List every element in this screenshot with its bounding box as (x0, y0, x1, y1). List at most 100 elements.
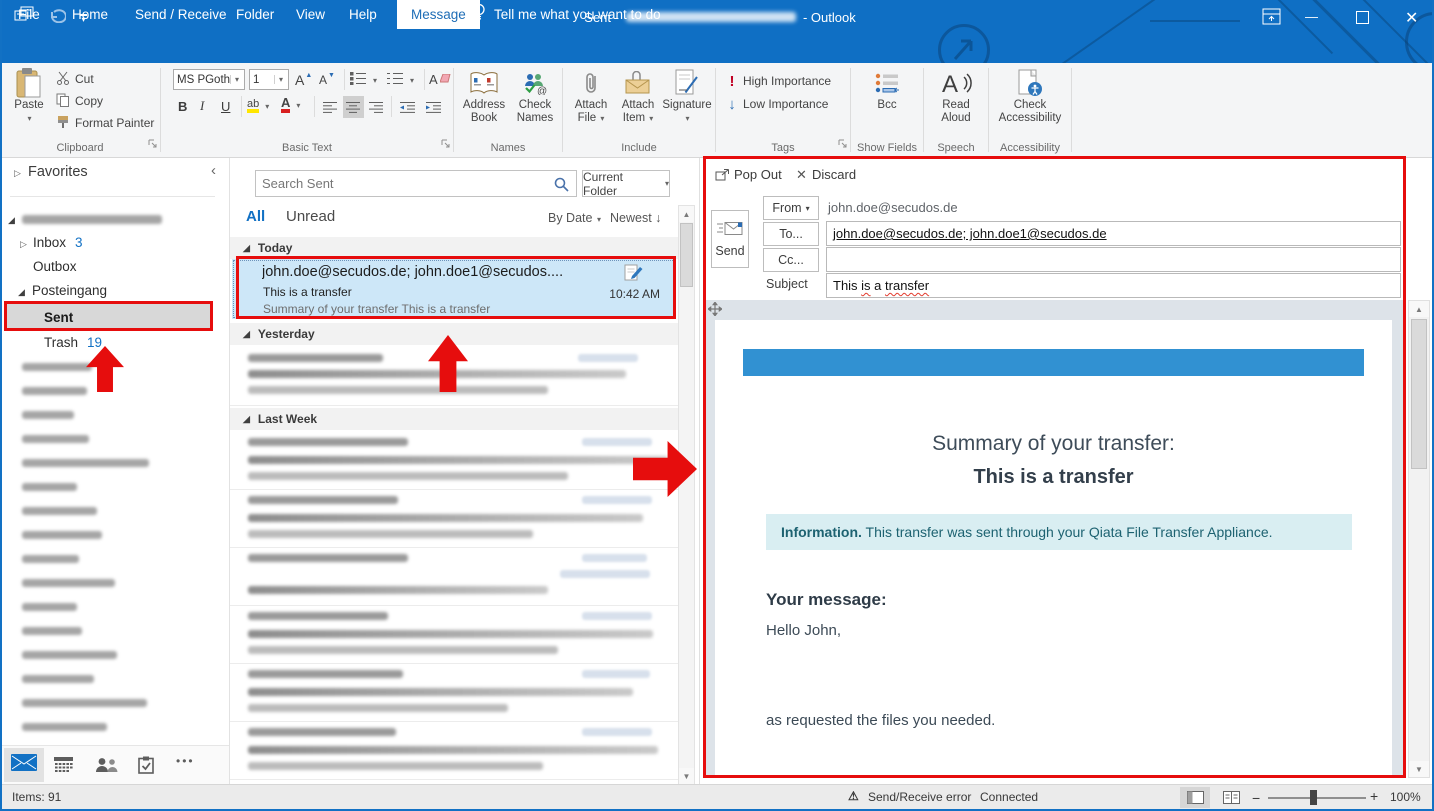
copy-button[interactable]: Copy (56, 91, 103, 111)
redacted-folder[interactable] (22, 531, 102, 539)
increase-indent-button[interactable] (423, 96, 445, 118)
inbox-collapsed-icon[interactable]: ▷ (20, 239, 27, 250)
tags-dialog-launcher-icon[interactable] (838, 135, 847, 153)
reading-pane-scrollbar[interactable]: ▲ ▼ (1408, 300, 1430, 778)
attach-item-button[interactable]: Attach Item ▾ (615, 67, 661, 125)
redacted-folder[interactable] (22, 459, 149, 467)
tell-me-box[interactable]: Tell me what you want to do (472, 0, 661, 29)
redacted-folder[interactable] (22, 555, 79, 563)
message-list-scrollbar[interactable]: ▲ ▼ (678, 205, 695, 785)
scrollbar-thumb[interactable] (1411, 319, 1427, 469)
sort-by-dropdown[interactable]: By Date ▾ (548, 211, 601, 225)
group-header-last-week[interactable]: ◢ Last Week (230, 408, 678, 430)
search-input[interactable] (262, 172, 547, 195)
to-button[interactable]: To... (763, 222, 819, 246)
favorites-collapsed-icon[interactable]: ▷ (14, 168, 21, 179)
account-expanded-icon[interactable]: ◢ (8, 215, 15, 226)
scroll-down-icon[interactable]: ▼ (1409, 761, 1429, 777)
close-button[interactable]: ✕ (1405, 8, 1418, 28)
font-color-button[interactable]: A ▾ (281, 95, 300, 115)
highlight-button[interactable]: ab ▾ (247, 96, 269, 116)
align-right-button[interactable] (366, 96, 387, 118)
zoom-out-button[interactable]: − (1252, 790, 1260, 806)
redacted-folder[interactable] (22, 363, 92, 371)
shrink-font-button[interactable]: A▼ (319, 70, 339, 90)
clipboard-dialog-launcher-icon[interactable] (148, 135, 157, 153)
bcc-button[interactable]: Bcc (867, 67, 907, 112)
basic-text-dialog-launcher-icon[interactable] (441, 135, 450, 153)
redacted-email-item[interactable] (230, 664, 678, 722)
undo-icon[interactable] (48, 8, 66, 28)
minimize-button[interactable]: — (1305, 9, 1318, 24)
redacted-folder[interactable] (22, 603, 77, 611)
redacted-folder[interactable] (22, 435, 89, 443)
scroll-down-icon[interactable]: ▼ (679, 768, 694, 784)
normal-view-button[interactable] (1180, 787, 1210, 808)
send-receive-error[interactable]: Send/Receive error (868, 790, 971, 804)
cc-field[interactable] (826, 247, 1401, 272)
favorites-header[interactable]: Favorites (28, 164, 88, 180)
to-value[interactable]: john.doe@secudos.de; john.doe1@secudos.d… (833, 226, 1107, 241)
check-names-button[interactable]: @ CheckNames (512, 67, 558, 125)
message-body-area[interactable]: Summary of your transfer: This is a tran… (706, 300, 1403, 778)
group-header-today[interactable]: ◢ Today (230, 237, 678, 259)
pop-out-icon[interactable] (715, 168, 731, 187)
font-name-combo[interactable]: MS PGothi▾ (173, 69, 245, 90)
ribbon-display-options-icon[interactable] (1262, 8, 1281, 30)
italic-button[interactable]: I (197, 95, 207, 117)
align-center-button[interactable] (343, 96, 364, 118)
sidebar-item-sent-selected[interactable]: Sent (6, 304, 212, 331)
clear-formatting-button[interactable]: A (429, 69, 451, 89)
redacted-folder[interactable] (22, 651, 117, 659)
high-importance-button[interactable]: ! High Importance (726, 71, 831, 91)
zoom-in-button[interactable]: + (1370, 788, 1378, 804)
group-header-yesterday[interactable]: ◢ Yesterday (230, 323, 678, 345)
redacted-email-item[interactable] (230, 490, 678, 548)
sort-direction-button[interactable]: Newest ↓ (610, 211, 661, 225)
paste-button[interactable]: Paste ▾ (8, 67, 50, 125)
from-button[interactable]: From▾ (763, 196, 819, 220)
check-accessibility-button[interactable]: CheckAccessibility (995, 67, 1065, 125)
search-box[interactable] (255, 170, 577, 197)
redacted-email-item[interactable] (230, 432, 678, 490)
discard-button[interactable]: Discard (812, 167, 856, 182)
sidebar-item-inbox[interactable]: Inbox3 (33, 235, 83, 250)
nav-tasks-button[interactable] (138, 756, 154, 779)
redacted-folder[interactable] (22, 699, 147, 707)
outlook-send-receive-icon[interactable] (14, 6, 34, 30)
tab-message-active[interactable]: Message (397, 0, 480, 29)
sidebar-item-outbox[interactable]: Outbox (33, 259, 77, 274)
attach-file-button[interactable]: Attach File ▾ (569, 67, 613, 125)
zoom-slider-track[interactable] (1268, 797, 1366, 799)
filter-unread-tab[interactable]: Unread (286, 208, 335, 225)
nav-more-button[interactable]: ••• (176, 754, 195, 768)
send-button[interactable]: Send (711, 210, 749, 268)
numbered-list-button[interactable]: ▾ (387, 70, 414, 90)
redacted-email-item[interactable] (230, 722, 678, 780)
reading-view-button[interactable] (1216, 787, 1246, 808)
redacted-email-item[interactable] (230, 606, 678, 664)
redacted-folder[interactable] (22, 387, 87, 395)
cut-button[interactable]: Cut (56, 69, 94, 89)
scrollbar-thumb[interactable] (680, 223, 693, 287)
decrease-indent-button[interactable] (397, 96, 419, 118)
cc-button[interactable]: Cc... (763, 248, 819, 272)
move-handle-icon[interactable] (708, 302, 722, 321)
redacted-folder[interactable] (22, 411, 74, 419)
redacted-folder[interactable] (22, 579, 115, 587)
nav-people-button[interactable] (95, 757, 118, 778)
posteingang-expanded-icon[interactable]: ◢ (18, 287, 25, 298)
redacted-folder[interactable] (22, 507, 97, 515)
scroll-up-icon[interactable]: ▲ (1409, 301, 1429, 317)
redacted-email-item[interactable] (230, 548, 678, 606)
grow-font-button[interactable]: A▲ (295, 70, 316, 90)
zoom-level[interactable]: 100% (1390, 790, 1421, 804)
redacted-email-item[interactable] (230, 348, 678, 406)
nav-mail-button[interactable] (4, 748, 44, 782)
zoom-slider-thumb[interactable] (1310, 790, 1317, 805)
search-scope-dropdown[interactable]: Current Folder▾ (582, 170, 670, 197)
tab-view[interactable]: View (296, 0, 325, 29)
align-left-button[interactable] (320, 96, 341, 118)
redacted-folder[interactable] (22, 627, 82, 635)
redacted-folder[interactable] (22, 723, 107, 731)
